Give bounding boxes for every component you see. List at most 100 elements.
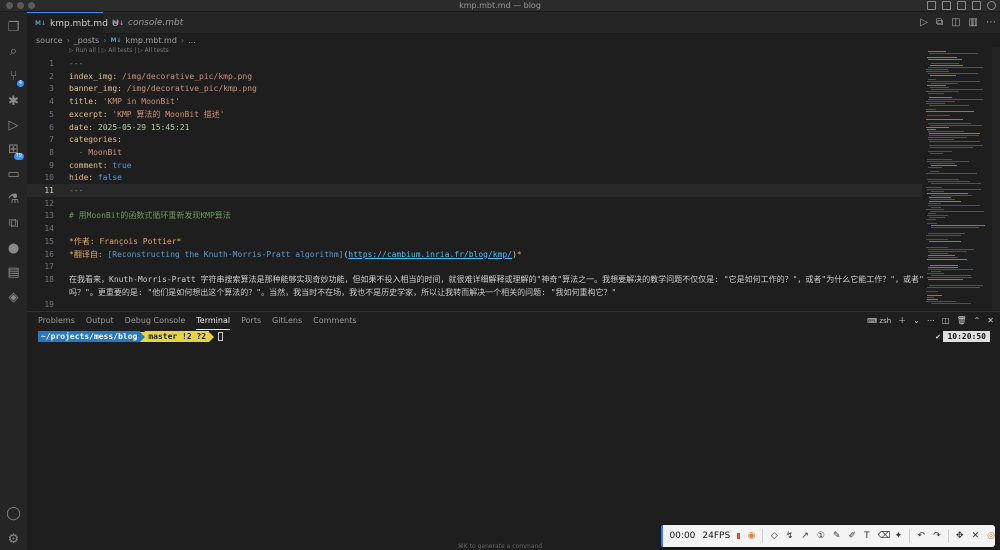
- split-editor-icon[interactable]: ▥: [969, 17, 978, 28]
- code-line[interactable]: 19: [27, 298, 922, 310]
- path-icon[interactable]: ↯: [786, 531, 794, 541]
- minimap-line: [928, 257, 958, 258]
- tab-terminal[interactable]: Terminal: [196, 312, 231, 330]
- spotlight-icon[interactable]: ✦: [895, 531, 903, 541]
- line-number: 5: [49, 109, 54, 119]
- compare-icon[interactable]: ◫: [951, 17, 960, 28]
- code-line[interactable]: 5 excerpt: 'KMP 算法的 MoonBit 描述': [27, 108, 922, 121]
- code-line[interactable]: 10 hide: false: [27, 171, 922, 184]
- code-line[interactable]: 1 ---: [27, 57, 922, 70]
- eraser-icon[interactable]: ⌫: [878, 531, 891, 541]
- breadcrumb-item[interactable]: _posts: [74, 36, 99, 45]
- more-actions-icon[interactable]: ⋯: [927, 316, 935, 325]
- breadcrumb-item[interactable]: kmp.mbt.md: [125, 36, 176, 45]
- close-icon[interactable]: ✕: [972, 531, 980, 541]
- highlighter-icon[interactable]: ✐: [849, 531, 857, 541]
- run-icon[interactable]: ▷: [920, 17, 928, 28]
- markdown-file-icon: M↓: [110, 37, 122, 44]
- tab-console-mbt[interactable]: M↓ console.mbt: [105, 12, 195, 34]
- debug-icon[interactable]: ✱: [6, 94, 21, 109]
- tab-kmp-mbt-md[interactable]: M↓ kmp.mbt.md U: [27, 12, 119, 34]
- code-line[interactable]: 13 # 用MoonBit的函数式循环重新发现KMP算法: [27, 209, 922, 222]
- minimap-line: [931, 183, 981, 184]
- maximize-panel-icon[interactable]: ⌃: [974, 316, 981, 325]
- tab-comments[interactable]: Comments: [313, 312, 356, 330]
- minimap-line: [928, 181, 970, 182]
- account-icon[interactable]: ◯: [6, 506, 21, 521]
- minimap-line: [929, 217, 945, 218]
- code-line[interactable]: 14: [27, 222, 922, 235]
- codelens[interactable]: ▷ Run all | ▷ All tests | ▷ All tests: [69, 47, 169, 54]
- minimap[interactable]: [924, 47, 992, 310]
- minimap-line: [930, 125, 982, 126]
- moonbit-icon[interactable]: ◈: [6, 290, 21, 305]
- customize-layout-icon[interactable]: [972, 1, 981, 10]
- undo-icon[interactable]: ↶: [918, 531, 926, 541]
- tab-gitlens[interactable]: GitLens: [272, 312, 302, 330]
- move-icon[interactable]: ✥: [956, 531, 964, 541]
- minimap-line: [931, 191, 944, 192]
- new-terminal-icon[interactable]: ＋: [898, 315, 906, 326]
- source-control-icon[interactable]: ⑂ 4: [6, 69, 24, 87]
- record-settings-icon[interactable]: ◎: [987, 531, 995, 541]
- stop-recording-button[interactable]: [737, 533, 740, 539]
- split-terminal-icon[interactable]: ◫: [942, 316, 950, 325]
- code-line[interactable]: 4 title: 'KMP in MoonBit': [27, 95, 922, 108]
- breadcrumb-item[interactable]: source: [36, 36, 63, 45]
- remote-explorer-icon[interactable]: ▭: [6, 167, 21, 182]
- minimap-line: [927, 297, 934, 298]
- recording-fps[interactable]: 24FPS: [702, 531, 730, 541]
- explorer-icon[interactable]: ❐: [6, 20, 21, 35]
- text-icon[interactable]: T: [864, 531, 870, 541]
- code-editor[interactable]: ▷ Run all | ▷ All tests | ▷ All tests 1 -…: [27, 47, 924, 310]
- close-panel-icon[interactable]: ✕: [987, 316, 994, 325]
- settings-gear-icon[interactable]: [987, 1, 996, 10]
- code-line[interactable]: 6 date: 2025-05-29 15:45:21: [27, 121, 922, 134]
- pen-icon[interactable]: ✎: [833, 531, 841, 541]
- kill-terminal-icon[interactable]: 🗑: [956, 316, 966, 325]
- terminal-dropdown-icon[interactable]: ⌄: [913, 316, 920, 325]
- step-number-icon[interactable]: ①: [817, 531, 825, 541]
- editor-scrollbar[interactable]: [992, 47, 1000, 310]
- run-and-debug-icon[interactable]: ▷: [6, 118, 21, 133]
- code-line[interactable]: 11 ---: [27, 184, 922, 197]
- code-line[interactable]: 吗？"。更重要的是: "他们是如何想出这个算法的？"。当然，我当时不在场，我也不…: [27, 286, 922, 299]
- code-line[interactable]: 2 index_img: /img/decorative_pic/kmp.png: [27, 70, 922, 83]
- search-icon[interactable]: ⌕: [6, 44, 21, 59]
- tab-debug-console[interactable]: Debug Console: [125, 312, 186, 330]
- code-line[interactable]: 9 comment: true: [27, 159, 922, 172]
- window-title: kmp.mbt.md — blog: [459, 1, 541, 10]
- toggle-panel-icon[interactable]: [942, 1, 951, 10]
- code-line[interactable]: 17: [27, 260, 922, 273]
- toggle-secondary-sidebar-icon[interactable]: [957, 1, 966, 10]
- pause-icon[interactable]: ◉: [748, 531, 756, 541]
- arrow-icon[interactable]: ↗: [801, 531, 809, 541]
- code-line[interactable]: 7 categories:: [27, 133, 922, 146]
- line-text: index_img: /img/decorative_pic/kmp.png: [69, 71, 253, 81]
- more-actions-icon[interactable]: ⋯: [986, 17, 996, 28]
- extensions-icon[interactable]: ⊞ 79: [6, 142, 24, 160]
- tab-ports[interactable]: Ports: [241, 312, 261, 330]
- open-preview-icon[interactable]: ⧉: [936, 17, 943, 28]
- toggle-sidebar-icon[interactable]: [927, 1, 936, 10]
- tab-problems[interactable]: Problems: [38, 312, 75, 330]
- code-line[interactable]: 16 *翻译自: [Reconstructing the Knuth-Morris…: [27, 248, 922, 261]
- containers-icon[interactable]: ⧉: [6, 216, 21, 231]
- markdown-file-icon: M↓: [35, 20, 46, 27]
- testing-icon[interactable]: ⚗: [6, 192, 21, 207]
- code-line[interactable]: 18 在我看来，Knuth-Morris-Pratt 字符串搜索算法是那种能够实现…: [27, 273, 924, 286]
- analytics-icon[interactable]: ▤: [6, 265, 21, 280]
- github-icon[interactable]: ●: [6, 241, 21, 256]
- drag-handle[interactable]: [661, 525, 664, 547]
- minimap-line: [927, 85, 946, 86]
- minimap-line: [926, 111, 974, 112]
- tab-output[interactable]: Output: [86, 312, 114, 330]
- terminal-profile[interactable]: ⌨ zsh: [867, 317, 891, 325]
- code-line[interactable]: 8 - MoonBit: [27, 146, 922, 159]
- breadcrumb-item[interactable]: ...: [188, 36, 196, 45]
- code-line[interactable]: 12: [27, 197, 922, 210]
- code-line[interactable]: 3 banner_img: /img/decorative_pic/kmp.png: [27, 82, 922, 95]
- code-line[interactable]: 15 *作者: François Pottier*: [27, 235, 922, 248]
- shapes-icon[interactable]: ◇: [771, 531, 778, 541]
- redo-icon[interactable]: ↷: [933, 531, 941, 541]
